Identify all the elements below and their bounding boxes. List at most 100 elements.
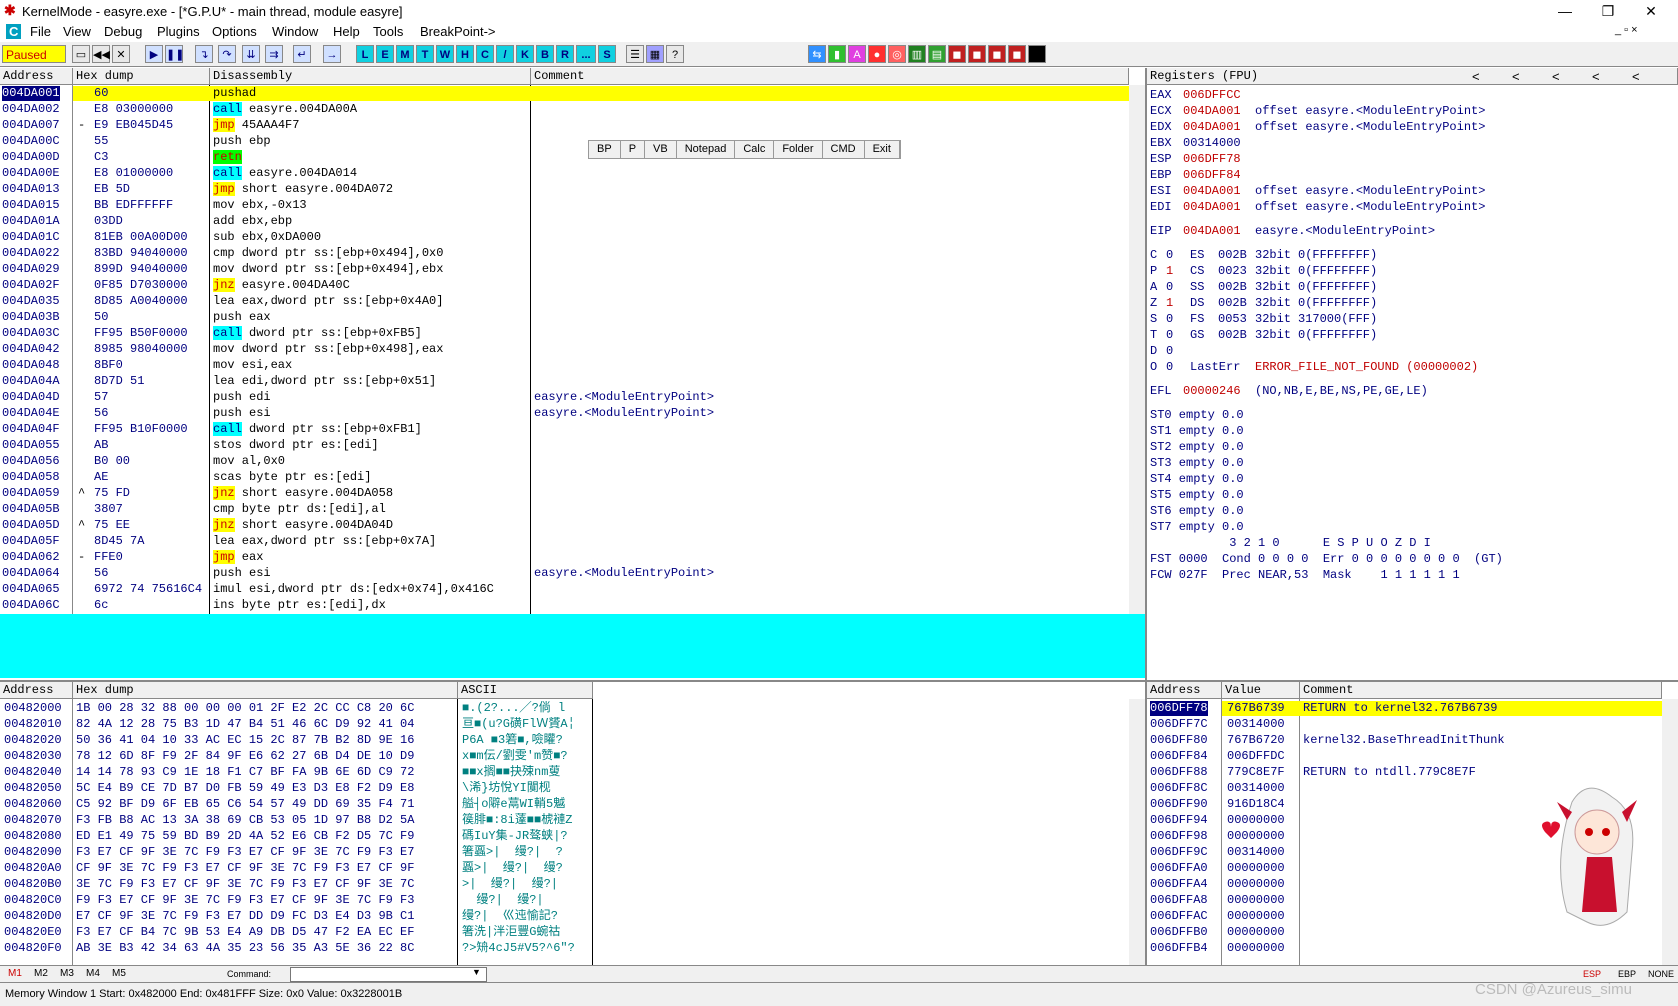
reg-nav-1[interactable]: < xyxy=(1472,69,1480,84)
help-icon[interactable]: ? xyxy=(666,45,684,63)
reg-nav-5[interactable]: < xyxy=(1632,69,1640,84)
stack-scrollbar[interactable] xyxy=(1662,699,1678,980)
p-button[interactable]: P xyxy=(621,141,646,158)
follow-none[interactable]: NONE xyxy=(1648,969,1674,979)
bp-button[interactable]: BP xyxy=(589,141,621,158)
restart-icon[interactable]: ◀◀ xyxy=(92,45,110,63)
plugin-icon-11[interactable]: ◼ xyxy=(1008,45,1026,63)
plugin-icon-10[interactable]: ◼ xyxy=(988,45,1006,63)
tool-log[interactable]: L xyxy=(356,45,374,63)
col-address[interactable]: Address xyxy=(0,68,73,85)
menu-breakpoint[interactable]: BreakPoint-> xyxy=(420,24,496,39)
disasm-row[interactable]: 004DA058 AE scas byte ptr es:[edi] xyxy=(0,470,1129,485)
stack-row[interactable]: 006DFFB4 00000000 xyxy=(1147,941,1662,956)
col-comment[interactable]: Comment xyxy=(531,68,1129,85)
menu-debug[interactable]: Debug xyxy=(104,24,142,39)
follow-ebp[interactable]: EBP xyxy=(1618,969,1636,979)
stack-row[interactable]: 006DFF80 767B6720 kernel32.BaseThreadInitT… xyxy=(1147,733,1662,748)
close-button[interactable]: ✕ xyxy=(1631,2,1671,20)
grid-icon[interactable]: ▦ xyxy=(646,45,664,63)
stack-col-address[interactable]: Address xyxy=(1147,682,1222,699)
disasm-row[interactable]: 004DA042 8985 98040000 mov dword ptr ss:[e… xyxy=(0,342,1129,357)
trace-into-icon[interactable]: ⇊ xyxy=(242,45,260,63)
execute-till-return-icon[interactable]: ↵ xyxy=(293,45,311,63)
maximize-button[interactable]: ❐ xyxy=(1588,2,1628,20)
col-disassembly[interactable]: Disassembly xyxy=(210,68,531,85)
menu-options[interactable]: Options xyxy=(212,24,257,39)
tab-m1[interactable]: M1 xyxy=(8,968,22,979)
follow-esp[interactable]: ESP xyxy=(1583,969,1601,979)
menu-plugins[interactable]: Plugins xyxy=(157,24,200,39)
cmd-button[interactable]: CMD xyxy=(823,141,865,158)
disasm-row[interactable]: 004DA01A 03DD add ebx,ebp xyxy=(0,214,1129,229)
open-icon[interactable]: ▭ xyxy=(72,45,90,63)
disasm-row[interactable]: 004DA002 E8 03000000 call easyre.004DA00A xyxy=(0,102,1129,117)
goto-icon[interactable]: → xyxy=(323,45,341,63)
disasm-row[interactable]: 004DA05D ^ 75 EE jnz short easyre.004DA04D xyxy=(0,518,1129,533)
disasm-row[interactable]: 004DA022 83BD 94040000 cmp dword ptr ss:[e… xyxy=(0,246,1129,261)
exit-button[interactable]: Exit xyxy=(865,141,900,158)
plugin-icon-4[interactable]: ● xyxy=(868,45,886,63)
list-icon[interactable]: ☰ xyxy=(626,45,644,63)
menu-tools[interactable]: Tools xyxy=(373,24,403,39)
disasm-row[interactable]: 004DA029 899D 94040000 mov dword ptr ss:[e… xyxy=(0,262,1129,277)
tool-memory[interactable]: M xyxy=(396,45,414,63)
disasm-row[interactable]: 004DA007 - E9 EB045D45 jmp 45AAA4F7 xyxy=(0,118,1129,133)
disasm-row[interactable]: 004DA04F FF95 B10F0000 call dword ptr ss:[… xyxy=(0,422,1129,437)
disasm-row[interactable]: 004DA062 - FFE0 jmp eax xyxy=(0,550,1129,565)
disasm-row[interactable]: 004DA00E E8 01000000 call easyre.004DA014 xyxy=(0,166,1129,181)
disasm-row[interactable]: 004DA065 6972 74 75616C4 imul esi,dword pt… xyxy=(0,582,1129,597)
menu-cpu-icon[interactable]: C xyxy=(6,24,22,39)
disasm-row[interactable]: 004DA04A 8D7D 51 lea edi,dword ptr ss:[ebp… xyxy=(0,374,1129,389)
disasm-row[interactable]: 004DA04D 57 push edi easyre.<ModuleEntryPoi… xyxy=(0,390,1129,405)
disasm-row[interactable]: 004DA056 B0 00 mov al,0x0 xyxy=(0,454,1129,469)
plugin-icon-7[interactable]: ▤ xyxy=(928,45,946,63)
disasm-row[interactable]: 004DA06C 6c ins byte ptr es:[edi],dx xyxy=(0,598,1129,613)
disasm-row[interactable]: 004DA02F 0F85 D7030000 jnz easyre.004DA40C xyxy=(0,278,1129,293)
menu-help[interactable]: Help xyxy=(333,24,360,39)
calc-button[interactable]: Calc xyxy=(735,141,775,158)
tool-call-stack[interactable]: K xyxy=(516,45,534,63)
tool-handles[interactable]: H xyxy=(456,45,474,63)
reg-nav-3[interactable]: < xyxy=(1552,69,1560,84)
plugin-icon-2[interactable]: ▮ xyxy=(828,45,846,63)
tab-m3[interactable]: M3 xyxy=(60,968,74,979)
disasm-row[interactable]: 004DA04E 56 push esi easyre.<ModuleEntryPoi… xyxy=(0,406,1129,421)
disasm-row[interactable]: 004DA055 AB stos dword ptr es:[edi] xyxy=(0,438,1129,453)
tool-patches[interactable]: / xyxy=(496,45,514,63)
reg-nav-2[interactable]: < xyxy=(1512,69,1520,84)
plugin-icon-12[interactable] xyxy=(1028,45,1046,63)
notepad-button[interactable]: Notepad xyxy=(677,141,736,158)
disasm-row[interactable]: 004DA064 56 push esi easyre.<ModuleEntryPoi… xyxy=(0,566,1129,581)
disasm-row[interactable]: 004DA013 EB 5D jmp short easyre.004DA072 xyxy=(0,182,1129,197)
disasm-row[interactable]: 004DA03B 50 push eax xyxy=(0,310,1129,325)
tab-m4[interactable]: M4 xyxy=(86,968,100,979)
plugin-icon-1[interactable]: ⇆ xyxy=(808,45,826,63)
reg-nav-4[interactable]: < xyxy=(1592,69,1600,84)
run-icon[interactable]: ▶ xyxy=(145,45,163,63)
tab-m5[interactable]: M5 xyxy=(112,968,126,979)
tool-run-trace[interactable]: ... xyxy=(576,45,596,63)
stack-col-comment[interactable]: Comment xyxy=(1300,682,1662,699)
stack-row[interactable]: 006DFF84 006DFFDC xyxy=(1147,749,1662,764)
stack-row[interactable]: 006DFF78 767B6739 RETURN to kernel32.767B6… xyxy=(1147,701,1662,716)
pause-icon[interactable]: ❚❚ xyxy=(165,45,184,63)
tool-windows[interactable]: W xyxy=(436,45,454,63)
plugin-icon-9[interactable]: ◼ xyxy=(968,45,986,63)
minimize-button[interactable]: — xyxy=(1545,2,1585,20)
disasm-row[interactable]: 004DA015 BB EDFFFFFF mov ebx,-0x13 xyxy=(0,198,1129,213)
step-over-icon[interactable]: ↷ xyxy=(218,45,236,63)
plugin-icon-5[interactable]: ◎ xyxy=(888,45,906,63)
disasm-row[interactable]: 004DA001 60 pushad xyxy=(0,86,1129,101)
menu-view[interactable]: View xyxy=(63,24,91,39)
disasm-row[interactable]: 004DA059 ^ 75 FD jnz short easyre.004DA058 xyxy=(0,486,1129,501)
disasm-row[interactable]: 004DA05B 3807 cmp byte ptr ds:[edi],al xyxy=(0,502,1129,517)
menu-window[interactable]: Window xyxy=(272,24,318,39)
tool-cpu[interactable]: C xyxy=(476,45,494,63)
menu-file[interactable]: File xyxy=(30,24,51,39)
plugin-icon-6[interactable]: ▥ xyxy=(908,45,926,63)
folder-button[interactable]: Folder xyxy=(774,141,823,158)
trace-over-icon[interactable]: ⇉ xyxy=(265,45,283,63)
tool-threads[interactable]: T xyxy=(416,45,434,63)
tool-references[interactable]: R xyxy=(556,45,574,63)
